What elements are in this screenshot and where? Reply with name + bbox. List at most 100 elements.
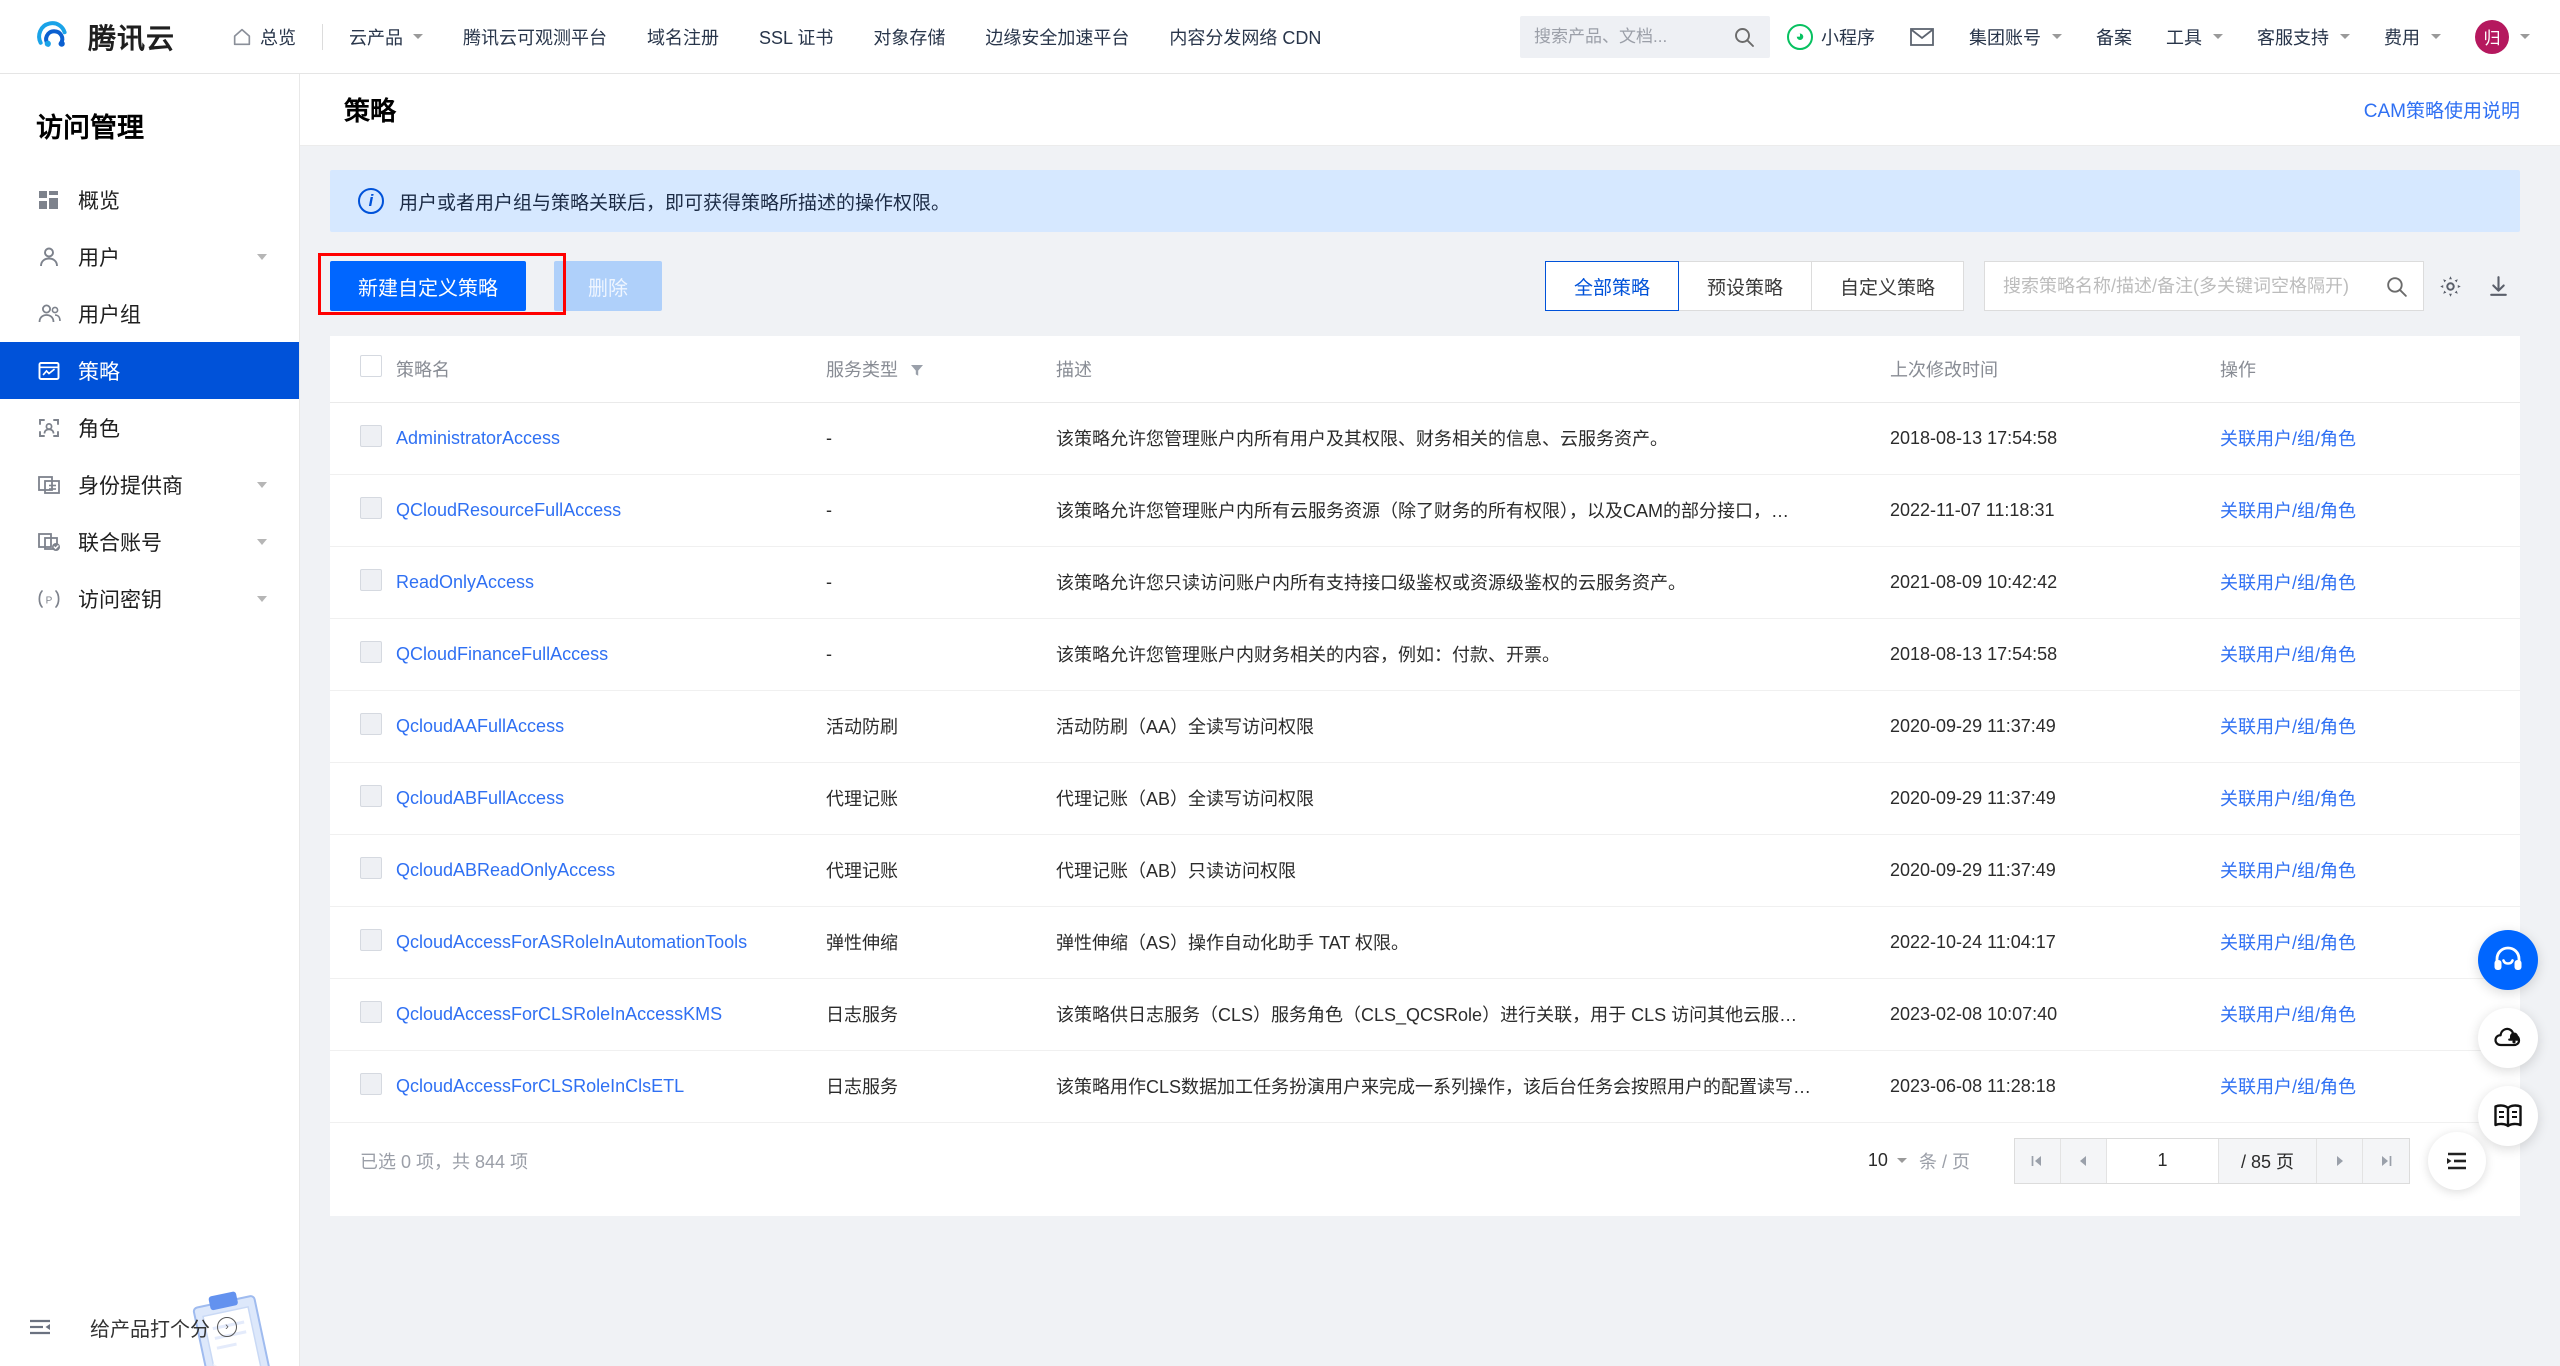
row-checkbox[interactable] [360, 1001, 382, 1023]
row-checkbox[interactable] [360, 713, 382, 735]
policy-name-link[interactable]: QcloudAccessForASRoleInAutomationTools [396, 932, 747, 952]
nav-item-domain-registration[interactable]: 域名注册 [627, 0, 739, 74]
sidebar-item-access-keys[interactable]: P 访问密钥 [0, 570, 299, 627]
row-checkbox[interactable] [360, 857, 382, 879]
sidebar-item-identity-providers[interactable]: 身份提供商 [0, 456, 299, 513]
nav-item-object-storage[interactable]: 对象存储 [853, 0, 965, 74]
row-checkbox[interactable] [360, 569, 382, 591]
last-page-icon [2378, 1153, 2394, 1169]
nav-item-tools[interactable]: 工具 [2149, 0, 2240, 74]
row-checkbox[interactable] [360, 497, 382, 519]
policy-name-link[interactable]: QcloudABFullAccess [396, 788, 564, 808]
associate-user-group-role-link[interactable]: 关联用户/组/角色 [2220, 933, 2356, 953]
policy-table: 策略名 服务类型 描述 上次修改时间 操作 [330, 336, 2520, 1123]
policy-name-link[interactable]: QcloudAccessForCLSRoleInAccessKMS [396, 1004, 722, 1024]
current-page-input[interactable]: 1 [2107, 1139, 2219, 1183]
info-icon: i [358, 188, 384, 214]
policy-name-link[interactable]: ReadOnlyAccess [396, 572, 534, 592]
tab-custom-policies[interactable]: 自定义策略 [1812, 261, 1964, 311]
associate-user-group-role-link[interactable]: 关联用户/组/角色 [2220, 717, 2356, 737]
policy-name-link[interactable]: QCloudResourceFullAccess [396, 500, 621, 520]
nav-item-billing[interactable]: 费用 [2367, 0, 2458, 74]
search-icon[interactable] [1732, 25, 1756, 49]
associate-user-group-role-link[interactable]: 关联用户/组/角色 [2220, 861, 2356, 881]
filter-icon[interactable] [910, 364, 924, 377]
sidebar-item-policies[interactable]: 策略 [0, 342, 299, 399]
policy-name-link[interactable]: QcloudAAFullAccess [396, 716, 564, 736]
associate-user-group-role-link[interactable]: 关联用户/组/角色 [2220, 645, 2356, 665]
policy-name-link[interactable]: QcloudABReadOnlyAccess [396, 860, 615, 880]
last-page-button[interactable] [2363, 1139, 2409, 1183]
user-account-menu[interactable]: 归 [2458, 0, 2530, 74]
nav-item-overview[interactable]: 总览 [211, 0, 316, 74]
service-type-cell: 代理记账 [826, 762, 1056, 834]
next-page-button[interactable] [2317, 1139, 2363, 1183]
nav-item-observability[interactable]: 腾讯云可观测平台 [443, 0, 627, 74]
row-checkbox[interactable] [360, 785, 382, 807]
tab-all-policies[interactable]: 全部策略 [1545, 261, 1679, 311]
nav-item-group-account[interactable]: 集团账号 [1952, 0, 2079, 74]
create-custom-policy-button[interactable]: 新建自定义策略 [330, 261, 526, 311]
nav-item-ssl-certificate[interactable]: SSL 证书 [739, 0, 853, 74]
row-checkbox[interactable] [360, 1073, 382, 1095]
page-size-selector[interactable]: 10 条 / 页 [1868, 1148, 1970, 1174]
nav-item-label: 小程序 [1821, 24, 1875, 50]
associate-user-group-role-link[interactable]: 关联用户/组/角色 [2220, 1005, 2356, 1025]
rate-product-button[interactable]: 给产品打个分 › [90, 1313, 237, 1342]
associate-user-group-role-link[interactable]: 关联用户/组/角色 [2220, 501, 2356, 521]
row-checkbox[interactable] [360, 641, 382, 663]
delete-button[interactable]: 删除 [554, 261, 662, 311]
sidebar-item-overview[interactable]: 概览 [0, 171, 299, 228]
user-icon [36, 244, 62, 270]
nav-item-cloud-products[interactable]: 云产品 [329, 0, 443, 74]
brand-logo-area[interactable]: 腾讯云 [32, 14, 175, 60]
sidebar-item-label: 联合账号 [78, 527, 162, 557]
row-checkbox[interactable] [360, 425, 382, 447]
support-chat-button[interactable] [2478, 930, 2538, 990]
nav-item-messages[interactable] [1892, 0, 1952, 74]
nav-item-miniprogram[interactable]: ◕ 小程序 [1770, 0, 1892, 74]
download-button[interactable] [2476, 261, 2520, 311]
tab-preset-policies[interactable]: 预设策略 [1679, 261, 1812, 311]
search-icon[interactable] [2384, 274, 2409, 299]
documentation-button[interactable] [2478, 1086, 2538, 1146]
policy-search-box[interactable] [1984, 261, 2424, 311]
table-row: QcloudAccessForASRoleInAutomationTools 弹… [330, 906, 2520, 978]
nav-item-edge-security[interactable]: 边缘安全加速平台 [965, 0, 1149, 74]
nav-item-icp-filing[interactable]: 备案 [2079, 0, 2149, 74]
nav-item-customer-support[interactable]: 客服支持 [2240, 0, 2367, 74]
collapse-sidebar-icon[interactable] [28, 1316, 54, 1338]
global-search-box[interactable] [1520, 16, 1770, 58]
associate-user-group-role-link[interactable]: 关联用户/组/角色 [2220, 429, 2356, 449]
table-row: QCloudResourceFullAccess - 该策略允许您管理账户内所有… [330, 474, 2520, 546]
policy-name-cell: QcloudABReadOnlyAccess [396, 834, 826, 906]
prev-page-button[interactable] [2061, 1139, 2107, 1183]
policy-name-link[interactable]: QcloudAccessForCLSRoleInClsETL [396, 1076, 684, 1096]
associate-user-group-role-link[interactable]: 关联用户/组/角色 [2220, 789, 2356, 809]
sidebar-item-roles[interactable]: 角色 [0, 399, 299, 456]
sidebar-item-federated-accounts[interactable]: 联合账号 [0, 513, 299, 570]
policy-name-cell: AdministratorAccess [396, 402, 826, 474]
cam-policy-doc-link[interactable]: CAM策略使用说明 [2364, 96, 2520, 123]
download-icon [2486, 274, 2511, 299]
column-settings-button[interactable] [2428, 261, 2472, 311]
row-select-cell [330, 618, 396, 690]
nav-item-cdn[interactable]: 内容分发网络 CDN [1149, 0, 1341, 74]
description-cell: 活动防刷（AA）全读写访问权限 [1056, 690, 1890, 762]
sidebar-item-user-groups[interactable]: 用户组 [0, 285, 299, 342]
nav-item-label: 费用 [2384, 24, 2420, 50]
nav-item-label: 总览 [260, 24, 296, 50]
row-checkbox[interactable] [360, 929, 382, 951]
global-search-input[interactable] [1534, 27, 1724, 47]
first-page-button[interactable] [2015, 1139, 2061, 1183]
policy-name-link[interactable]: AdministratorAccess [396, 428, 560, 448]
policy-name-link[interactable]: QCloudFinanceFullAccess [396, 644, 608, 664]
select-all-checkbox[interactable] [360, 355, 382, 377]
cloud-notification-button[interactable] [2478, 1008, 2538, 1068]
sidebar-item-users[interactable]: 用户 [0, 228, 299, 285]
policy-search-input[interactable] [2003, 276, 2384, 297]
table-row: ReadOnlyAccess - 该策略允许您只读访问账户内所有支持接口级鉴权或… [330, 546, 2520, 618]
associate-user-group-role-link[interactable]: 关联用户/组/角色 [2220, 573, 2356, 593]
associate-user-group-role-link[interactable]: 关联用户/组/角色 [2220, 1077, 2356, 1097]
policy-name-cell: QCloudResourceFullAccess [396, 474, 826, 546]
